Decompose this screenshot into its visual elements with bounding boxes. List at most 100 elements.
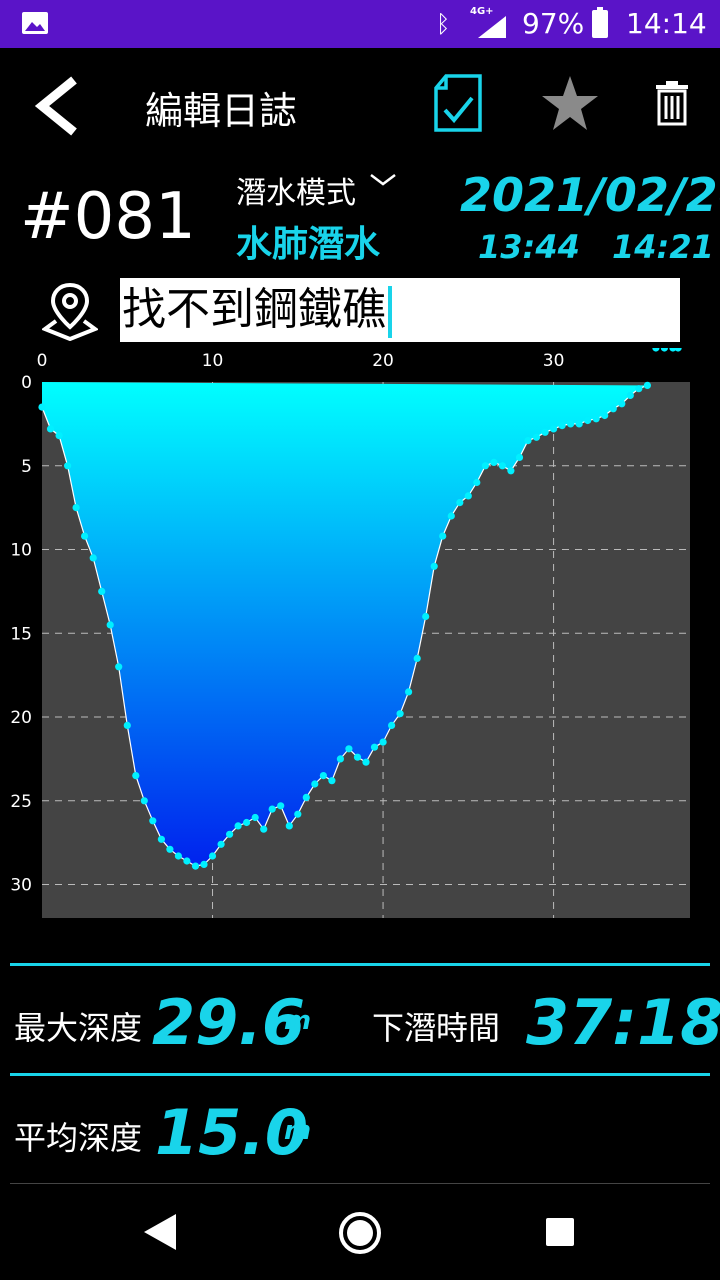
battery-icon (592, 7, 608, 38)
depth-point (413, 654, 421, 662)
depth-point (473, 478, 481, 487)
depth-point (217, 840, 225, 848)
depth-point (592, 415, 600, 423)
depth-point (234, 822, 242, 830)
depth-point (226, 830, 234, 838)
dive-mode-dropdown[interactable]: 潛水模式 (236, 168, 396, 212)
checklist-icon[interactable] (432, 72, 486, 136)
nav-recents-icon[interactable] (545, 1217, 575, 1247)
depth-point (46, 425, 55, 433)
signal-icon (478, 16, 506, 38)
y-tick-label: 15 (10, 624, 32, 644)
depth-point (98, 587, 106, 595)
depth-point (243, 818, 251, 827)
depth-point (507, 467, 515, 475)
depth-point (456, 499, 464, 507)
location-text: 找不到鋼鐵礁 (122, 284, 386, 335)
depth-point (481, 462, 489, 470)
depth-point (115, 663, 123, 671)
depth-point (38, 403, 46, 411)
toolbar: 編輯日誌 (0, 48, 720, 158)
depth-point (336, 755, 344, 763)
avg-depth-label: 平均深度 (14, 1119, 143, 1157)
depth-point (251, 813, 259, 822)
depth-point (208, 852, 217, 860)
star-icon[interactable] (540, 74, 600, 132)
divider (10, 1073, 710, 1076)
depth-point (55, 432, 63, 440)
depth-point (447, 512, 455, 520)
depth-point (660, 348, 668, 352)
depth-point (498, 462, 506, 470)
battery-percentage: 97% (522, 7, 585, 40)
x-tick-label: 0 (37, 351, 48, 371)
depth-point (379, 738, 387, 746)
back-arrow-icon[interactable] (30, 74, 90, 138)
depth-point (439, 532, 447, 540)
depth-point (132, 772, 140, 780)
depth-point (524, 437, 532, 445)
depth-point (353, 753, 362, 761)
divider (10, 963, 710, 966)
depth-point (626, 391, 634, 399)
dive-date[interactable]: 2021/02/26 (460, 168, 720, 222)
y-tick-label: 10 (10, 541, 32, 561)
navigation-bar (0, 1185, 720, 1280)
nav-back-icon[interactable] (142, 1212, 178, 1252)
trash-icon[interactable] (654, 80, 690, 126)
depth-point (567, 420, 575, 428)
depth-point (575, 420, 583, 428)
depth-point (405, 688, 413, 696)
depth-point (584, 416, 592, 425)
depth-point (541, 428, 549, 436)
y-tick-label: 30 (10, 876, 32, 896)
depth-point (388, 721, 396, 729)
depth-point (652, 348, 660, 352)
divider (10, 1183, 710, 1184)
image-notification-icon (22, 12, 48, 34)
y-tick-label: 0 (21, 373, 32, 393)
depth-point (174, 852, 182, 860)
x-tick-label: 30 (543, 351, 565, 371)
y-tick-label: 5 (21, 457, 32, 477)
depth-point (609, 405, 617, 413)
clock: 14:14 (626, 7, 707, 40)
depth-point (396, 710, 404, 718)
depth-point (81, 532, 89, 540)
depth-point (166, 845, 174, 853)
depth-point (285, 822, 293, 830)
depth-point (558, 422, 566, 430)
status-bar: ᛒ 4G+ 97% 14:14 (0, 0, 720, 48)
x-tick-label: 20 (372, 351, 394, 371)
max-depth-value: 29.6 (152, 986, 305, 1059)
max-depth-unit: m (284, 1006, 312, 1036)
depth-point (618, 400, 626, 408)
dive-time-label: 下潛時間 (372, 1009, 501, 1047)
depth-point (268, 805, 276, 813)
location-pin-icon (42, 282, 98, 341)
depth-point (362, 758, 370, 766)
depth-point (72, 504, 80, 512)
location-input[interactable]: 找不到鋼鐵礁 (120, 278, 680, 342)
bluetooth-icon: ᛒ (436, 10, 451, 38)
start-time[interactable]: 13:44 (478, 228, 580, 266)
depth-point (140, 797, 148, 805)
depth-point (157, 835, 165, 843)
depth-point (294, 810, 302, 818)
depth-point (183, 857, 191, 865)
dive-mode-value[interactable]: 水肺潛水 (236, 215, 380, 267)
depth-point (464, 492, 472, 500)
depth-point (328, 777, 336, 785)
nav-home-icon[interactable] (337, 1210, 383, 1256)
y-tick-label: 25 (10, 792, 32, 812)
depth-point (149, 817, 157, 825)
depth-point (490, 458, 498, 466)
end-time[interactable]: 14:21 (612, 228, 714, 266)
depth-point (277, 802, 285, 810)
text-cursor (388, 286, 392, 338)
depth-point (311, 780, 319, 788)
depth-point (370, 743, 379, 751)
depth-point (123, 721, 131, 729)
dive-time-value: 37:18 (526, 986, 720, 1059)
depth-point (515, 453, 524, 461)
